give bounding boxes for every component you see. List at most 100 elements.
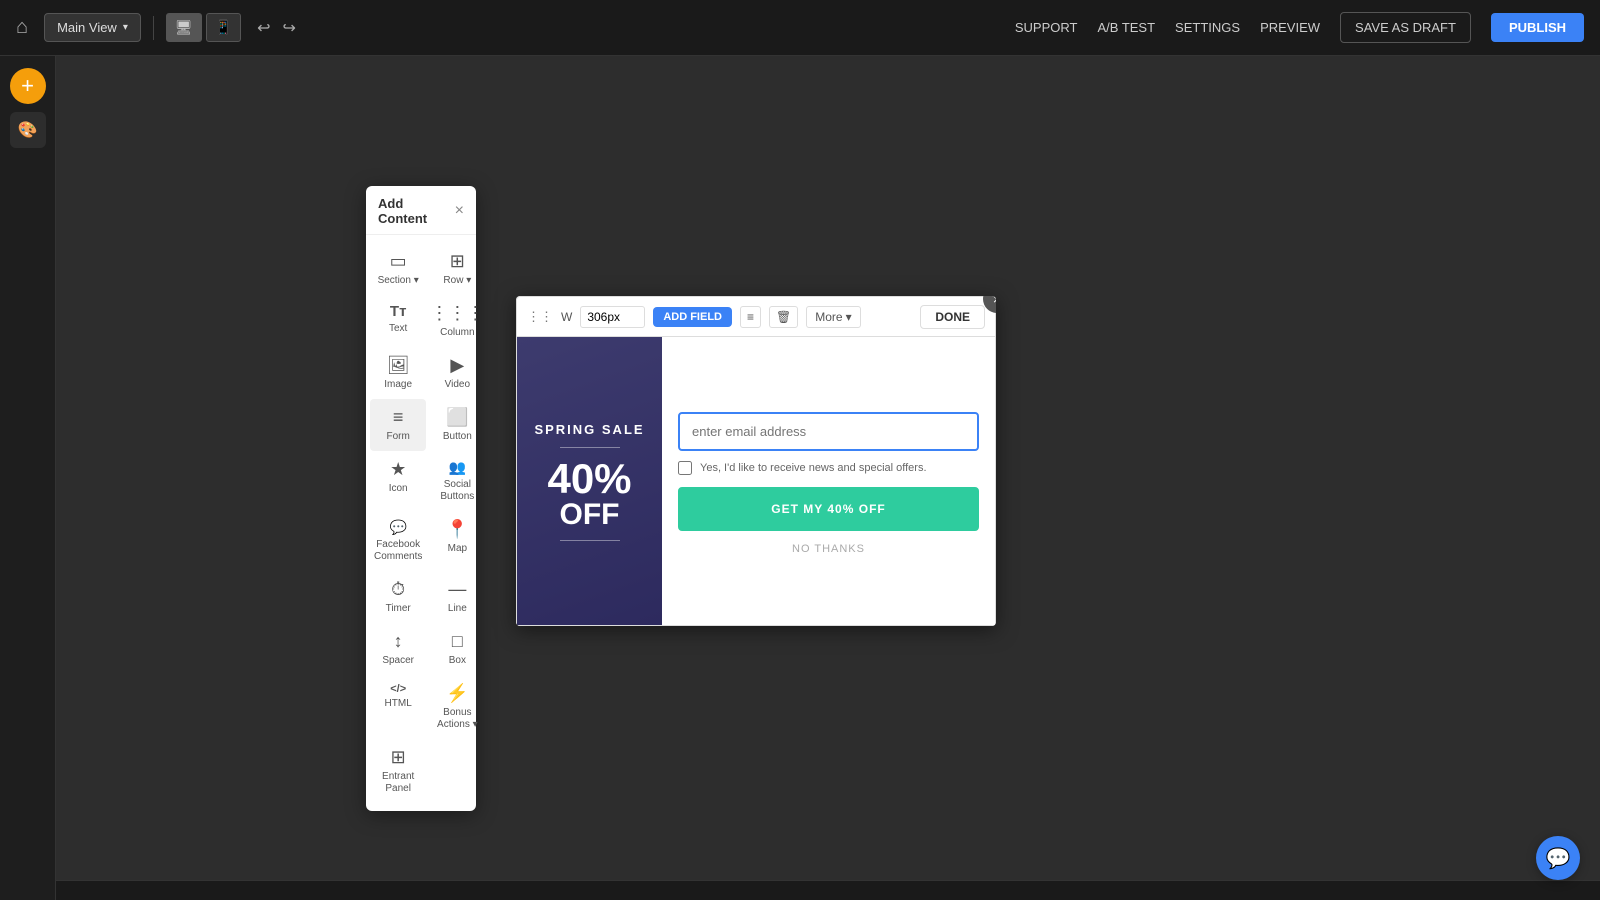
more-label: More bbox=[815, 310, 842, 324]
form-label: Form bbox=[387, 431, 410, 443]
toolbar-divider-1 bbox=[153, 16, 154, 40]
ab-test-link[interactable]: A/B TEST bbox=[1097, 20, 1155, 35]
chat-icon: 💬 bbox=[1546, 846, 1571, 871]
panel-item-image[interactable]: 🖼 Image bbox=[370, 347, 426, 399]
chat-bubble[interactable]: 💬 bbox=[1536, 836, 1580, 880]
redo-button[interactable]: ↪ bbox=[278, 14, 299, 42]
save-draft-button[interactable]: SAVE AS DRAFT bbox=[1340, 12, 1471, 43]
newsletter-checkbox[interactable] bbox=[678, 461, 692, 475]
section-icon: ▭ bbox=[390, 251, 407, 272]
width-handle: ⋮⋮ bbox=[527, 309, 553, 325]
video-label: Video bbox=[445, 379, 470, 391]
map-label: Map bbox=[448, 543, 467, 555]
list-icon-button[interactable]: ≡ bbox=[740, 306, 761, 328]
html-icon: </> bbox=[390, 683, 406, 695]
box-icon: □ bbox=[452, 631, 463, 652]
settings-link[interactable]: SETTINGS bbox=[1175, 20, 1240, 35]
support-link[interactable]: SUPPORT bbox=[1015, 20, 1078, 35]
panel-item-button[interactable]: ⬜ Button bbox=[426, 399, 488, 451]
desktop-view-button[interactable]: 🖥 bbox=[166, 13, 202, 42]
more-chevron-icon: ▾ bbox=[846, 310, 852, 324]
undo-redo-buttons: ↩ ↪ bbox=[253, 14, 300, 42]
sale-divider-bottom bbox=[560, 540, 620, 541]
more-button[interactable]: More ▾ bbox=[806, 306, 860, 328]
panel-item-line[interactable]: — Line bbox=[426, 571, 488, 623]
text-icon: Tт bbox=[390, 303, 407, 320]
main-view-button[interactable]: Main View ▾ bbox=[44, 13, 141, 42]
status-bar bbox=[0, 880, 1600, 900]
line-icon: — bbox=[448, 579, 466, 600]
form-panel: Yes, I'd like to receive news and specia… bbox=[662, 337, 995, 625]
publish-button[interactable]: PUBLISH bbox=[1491, 13, 1584, 42]
add-content-panel: Add Content × ▭ Section ⊞ Row Tт Text ⋮⋮… bbox=[366, 186, 476, 811]
entrant-panel-icon: ⊞ bbox=[391, 747, 406, 768]
no-thanks-link[interactable]: NO THANKS bbox=[678, 543, 979, 555]
width-input[interactable] bbox=[580, 306, 645, 328]
panel-item-box[interactable]: □ Box bbox=[426, 623, 488, 675]
sale-percent: 40% bbox=[547, 458, 631, 500]
bonus-actions-label: Bonus Actions bbox=[430, 707, 484, 731]
panel-item-social-buttons[interactable]: 👥 Social Buttons bbox=[426, 451, 488, 511]
row-label: Row bbox=[443, 275, 471, 287]
text-label: Text bbox=[389, 323, 407, 335]
facebook-comments-label: Facebook Comments bbox=[374, 539, 422, 563]
panel-item-column[interactable]: ⋮⋮⋮ Column bbox=[426, 295, 488, 347]
map-icon: 📍 bbox=[446, 519, 468, 540]
panel-item-video[interactable]: ▶ Video bbox=[426, 347, 488, 399]
icon-label: Icon bbox=[389, 483, 408, 495]
delete-icon-button[interactable]: 🗑 bbox=[769, 306, 798, 328]
spacer-label: Spacer bbox=[382, 655, 414, 667]
row-icon: ⊞ bbox=[450, 251, 465, 272]
done-button[interactable]: DONE bbox=[920, 305, 985, 329]
panel-item-facebook-comments[interactable]: 💬 Facebook Comments bbox=[370, 511, 426, 571]
panel-item-map[interactable]: 📍 Map bbox=[426, 511, 488, 571]
paint-icon: 🎨 bbox=[18, 120, 38, 140]
bonus-actions-icon: ⚡ bbox=[446, 683, 468, 704]
panel-item-bonus-actions[interactable]: ⚡ Bonus Actions bbox=[426, 675, 488, 739]
panel-close-button[interactable]: × bbox=[455, 202, 464, 220]
right-actions: SUPPORT A/B TEST SETTINGS PREVIEW SAVE A… bbox=[1015, 12, 1584, 43]
widget-body: SPRING SALE 40% OFF Yes, I'd like to rec… bbox=[516, 336, 996, 626]
social-buttons-icon: 👥 bbox=[449, 459, 466, 476]
checkbox-row: Yes, I'd like to receive news and specia… bbox=[678, 461, 979, 475]
panel-item-html[interactable]: </> HTML bbox=[370, 675, 426, 739]
image-icon: 🖼 bbox=[387, 355, 410, 376]
box-label: Box bbox=[449, 655, 466, 667]
add-field-button[interactable]: ADD FIELD bbox=[653, 307, 732, 327]
undo-button[interactable]: ↩ bbox=[253, 14, 274, 42]
preview-widget: × ⋮⋮ W ADD FIELD ≡ 🗑 More ▾ DONE SPRING … bbox=[516, 296, 996, 626]
home-icon[interactable]: ⌂ bbox=[16, 16, 28, 39]
panel-title: Add Content bbox=[378, 196, 455, 226]
main-view-label: Main View bbox=[57, 20, 117, 35]
panel-item-row[interactable]: ⊞ Row bbox=[426, 243, 488, 295]
theme-tool-button[interactable]: 🎨 bbox=[10, 112, 46, 148]
sale-divider-top bbox=[560, 447, 620, 448]
device-buttons: 🖥 📱 bbox=[166, 13, 241, 42]
add-element-button[interactable]: + bbox=[10, 68, 46, 104]
timer-label: Timer bbox=[386, 603, 411, 615]
form-icon: ≡ bbox=[393, 407, 404, 428]
form-edit-toolbar: × ⋮⋮ W ADD FIELD ≡ 🗑 More ▾ DONE bbox=[516, 296, 996, 336]
panel-items-grid: ▭ Section ⊞ Row Tт Text ⋮⋮⋮ Column 🖼 Ima… bbox=[366, 235, 476, 811]
spring-sale-title: SPRING SALE bbox=[534, 422, 644, 437]
mobile-view-button[interactable]: 📱 bbox=[206, 13, 241, 42]
column-label: Column bbox=[440, 327, 474, 339]
spring-sale-panel: SPRING SALE 40% OFF bbox=[517, 337, 662, 625]
column-icon: ⋮⋮⋮ bbox=[430, 303, 484, 324]
timer-icon: ⏱ bbox=[391, 579, 405, 600]
button-label: Button bbox=[443, 431, 472, 443]
panel-item-text[interactable]: Tт Text bbox=[370, 295, 426, 347]
icon-icon: ★ bbox=[390, 459, 406, 480]
panel-item-icon[interactable]: ★ Icon bbox=[370, 451, 426, 511]
html-label: HTML bbox=[385, 698, 412, 710]
panel-item-section[interactable]: ▭ Section bbox=[370, 243, 426, 295]
chevron-down-icon: ▾ bbox=[123, 22, 128, 33]
cta-button[interactable]: GET MY 40% OFF bbox=[678, 487, 979, 531]
preview-link[interactable]: PREVIEW bbox=[1260, 20, 1320, 35]
panel-item-spacer[interactable]: ↕ Spacer bbox=[370, 623, 426, 675]
panel-item-timer[interactable]: ⏱ Timer bbox=[370, 571, 426, 623]
panel-item-entrant-panel[interactable]: ⊞ Entrant Panel bbox=[370, 739, 426, 803]
panel-item-form[interactable]: ≡ Form bbox=[370, 399, 426, 451]
email-input[interactable] bbox=[678, 412, 979, 451]
line-label: Line bbox=[448, 603, 467, 615]
